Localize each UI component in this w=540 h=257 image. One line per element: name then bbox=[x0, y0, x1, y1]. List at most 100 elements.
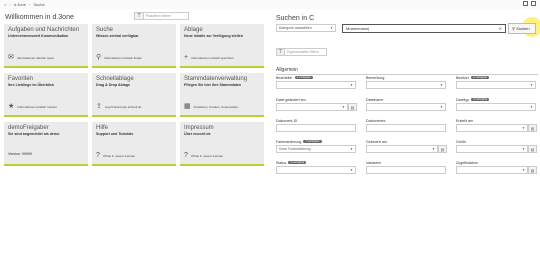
field-groesse: Größe ▼ ▤ bbox=[456, 139, 537, 154]
geaendert-am-input[interactable]: ▼ ▤ bbox=[366, 145, 447, 154]
tile-suche[interactable]: Suche Wissen zentral verfügbar ⚲ Informat… bbox=[92, 24, 176, 68]
table-icon: ▦ bbox=[184, 103, 191, 110]
tile-title: Ablage bbox=[184, 27, 203, 33]
breadcrumb-item-d3one[interactable]: d.3one bbox=[14, 2, 26, 7]
field-label: Dokument-ID bbox=[276, 118, 298, 123]
filter-icon[interactable]: ⊤ bbox=[276, 48, 285, 56]
tile-ablage[interactable]: Ablage Neue Inhalte zur Verfügung stelle… bbox=[180, 24, 264, 68]
section-title: Allgemein bbox=[276, 67, 298, 73]
tile-impressum[interactable]: Impressum Über ecoceil.de ? Öffnet in neu… bbox=[180, 122, 264, 166]
dokumentnr-input[interactable] bbox=[366, 124, 446, 132]
tile-title: Aufgaben und Nachrichten bbox=[8, 27, 80, 33]
tile-subtitle: Über ecoceil.de bbox=[184, 132, 211, 136]
chevron-down-icon: ▼ bbox=[330, 26, 333, 30]
dateityp-select[interactable]: ▼ bbox=[456, 103, 536, 111]
chevron-down-icon: ▼ bbox=[522, 147, 525, 151]
available-badge: 2 verfügbar bbox=[471, 96, 490, 102]
tile-title: Favoriten bbox=[8, 76, 34, 82]
search-input[interactable]: Mustermann| ✕ bbox=[342, 24, 506, 33]
besitzer-select[interactable]: ▼ bbox=[456, 81, 536, 89]
tile-filter-input[interactable]: Platzieren filtern bbox=[144, 13, 171, 19]
field-label: Dateiname bbox=[366, 97, 384, 102]
tile-title: Schnellablage bbox=[96, 76, 134, 82]
field-dokumentnr: Dokumentnr. bbox=[366, 118, 446, 132]
datei-geaendert-input[interactable]: ▼ ▤ bbox=[276, 103, 357, 112]
available-badge: 3 verfügbar bbox=[288, 159, 307, 165]
dokument-id-input[interactable] bbox=[276, 124, 356, 132]
plus-icon: + bbox=[184, 54, 189, 61]
breadcrumb: ⌂ › d.3one › Suche bbox=[4, 2, 45, 7]
field-label: Dokumentnr. bbox=[366, 118, 387, 123]
question-icon: ? bbox=[184, 152, 188, 159]
tile-favoriten[interactable]: Favoriten Ihre Lieblinge im Überblick ★ I… bbox=[4, 73, 88, 117]
field-dokument-id: Dokument-ID bbox=[276, 118, 356, 132]
tile-subtitle: Drag & Drop Ablage bbox=[96, 83, 131, 87]
status-select[interactable]: ▼ bbox=[276, 166, 356, 174]
varianten-input[interactable] bbox=[366, 166, 446, 174]
tile-title: Impressum bbox=[184, 125, 214, 131]
calendar-icon[interactable]: ▤ bbox=[528, 166, 537, 175]
chevron-right-icon: › bbox=[29, 2, 31, 7]
field-label: Zugriffsdatum bbox=[456, 160, 478, 165]
tile-title: Suche bbox=[96, 27, 114, 33]
home-icon[interactable]: ⌂ bbox=[4, 2, 6, 7]
farbmarkierung-select[interactable]: Keine Farbmarkierung ▼ bbox=[276, 145, 356, 153]
field-geaendert-am: Geändert am ▼ ▤ bbox=[366, 139, 447, 154]
clear-icon[interactable]: ✕ bbox=[499, 25, 502, 32]
field-bearbeiter: Bearbeiter 2 verfügbar ▼ bbox=[276, 75, 356, 89]
tile-demofreigaber[interactable]: demoFreigaber Sie sind angemeldet als de… bbox=[4, 122, 88, 166]
tile-filter[interactable]: ⊤ Platzieren filtern bbox=[134, 12, 189, 20]
field-bemerkung: Bemerkung ▼ bbox=[366, 75, 446, 89]
chevron-down-icon: ▼ bbox=[350, 83, 353, 87]
category-select-value: Kategorie auswählen bbox=[279, 26, 312, 30]
field-status: Status 3 verfügbar ▼ bbox=[276, 160, 356, 174]
tile-hilfe[interactable]: Hilfe Support und Tutorials ? Öffnet in n… bbox=[92, 122, 176, 166]
field-varianten: Varianten bbox=[366, 160, 446, 174]
calendar-icon[interactable]: ▤ bbox=[438, 145, 447, 154]
available-badge: 2 verfügbar bbox=[294, 74, 313, 80]
available-badge: 7 verfügbar bbox=[303, 138, 322, 144]
tile-footer: Öffnet in neuem Fenster bbox=[102, 153, 136, 158]
breadcrumb-bar: ⌂ › d.3one › Suche bbox=[0, 0, 540, 9]
property-filter[interactable]: ⊤ Eigenschaften filtern bbox=[276, 48, 327, 56]
field-dateityp: Dateityp 2 verfügbar ▼ bbox=[456, 97, 536, 111]
search-button[interactable]: ⚲ Suchen bbox=[508, 23, 536, 34]
tile-subtitle: Sie sind angemeldet als demo bbox=[8, 132, 60, 136]
calendar-icon[interactable]: ▤ bbox=[528, 124, 537, 133]
chevron-down-icon: ▼ bbox=[530, 105, 533, 109]
tile-version: Version: 99999 bbox=[8, 152, 32, 156]
tile-stammdaten[interactable]: Stammdatenverwaltung Pflegen Sie hier Ih… bbox=[180, 73, 264, 117]
calculator-icon[interactable]: ▤ bbox=[528, 145, 537, 154]
search-icon: ⚲ bbox=[96, 54, 102, 61]
field-zugriffsdatum: Zugriffsdatum ▼ ▤ bbox=[456, 160, 537, 175]
chevron-down-icon: ▼ bbox=[530, 83, 533, 87]
zugriffsdatum-input[interactable]: ▼ ▤ bbox=[456, 166, 537, 175]
erstellt-am-input[interactable]: ▼ ▤ bbox=[456, 124, 537, 133]
tile-schnellablage[interactable]: Schnellablage Drag & Drop Ablage ⇪ Legt D… bbox=[92, 73, 176, 117]
chevron-down-icon: ▼ bbox=[522, 126, 525, 130]
tile-footer: Kreditoren, Kunden, Kostenstelle... bbox=[193, 104, 240, 109]
dateiname-select[interactable]: ▼ bbox=[366, 103, 446, 111]
bearbeiter-select[interactable]: ▼ bbox=[276, 81, 356, 89]
chevron-right-icon: › bbox=[9, 2, 11, 7]
property-filter-input[interactable]: Eigenschaften filtern bbox=[285, 48, 327, 56]
restore-icon[interactable] bbox=[523, 1, 528, 6]
field-label: Dateityp bbox=[456, 97, 470, 102]
field-label: Geändert am bbox=[366, 139, 387, 144]
filter-icon[interactable]: ⊤ bbox=[135, 13, 144, 19]
field-label: Erstellt am bbox=[456, 118, 473, 123]
tile-footer: Legt Dokumente schnell ab bbox=[104, 104, 142, 109]
bemerkung-select[interactable]: ▼ bbox=[366, 81, 446, 89]
tile-title: Stammdatenverwaltung bbox=[184, 76, 248, 82]
window-controls bbox=[523, 1, 536, 6]
chevron-down-icon: ▼ bbox=[350, 147, 353, 151]
groesse-input[interactable]: ▼ ▤ bbox=[456, 145, 537, 154]
category-select[interactable]: Kategorie auswählen ▼ bbox=[276, 24, 336, 32]
new-window-icon[interactable] bbox=[531, 1, 536, 6]
tile-aufgaben[interactable]: Aufgaben und Nachrichten Unternehmenswei… bbox=[4, 24, 88, 68]
field-label: Bearbeiter bbox=[276, 75, 293, 80]
breadcrumb-item-suche[interactable]: Suche bbox=[33, 2, 44, 7]
calendar-icon[interactable]: ▤ bbox=[348, 103, 357, 112]
page-title: Willkommen in d.3one bbox=[5, 14, 74, 21]
chevron-down-icon: ▼ bbox=[440, 105, 443, 109]
